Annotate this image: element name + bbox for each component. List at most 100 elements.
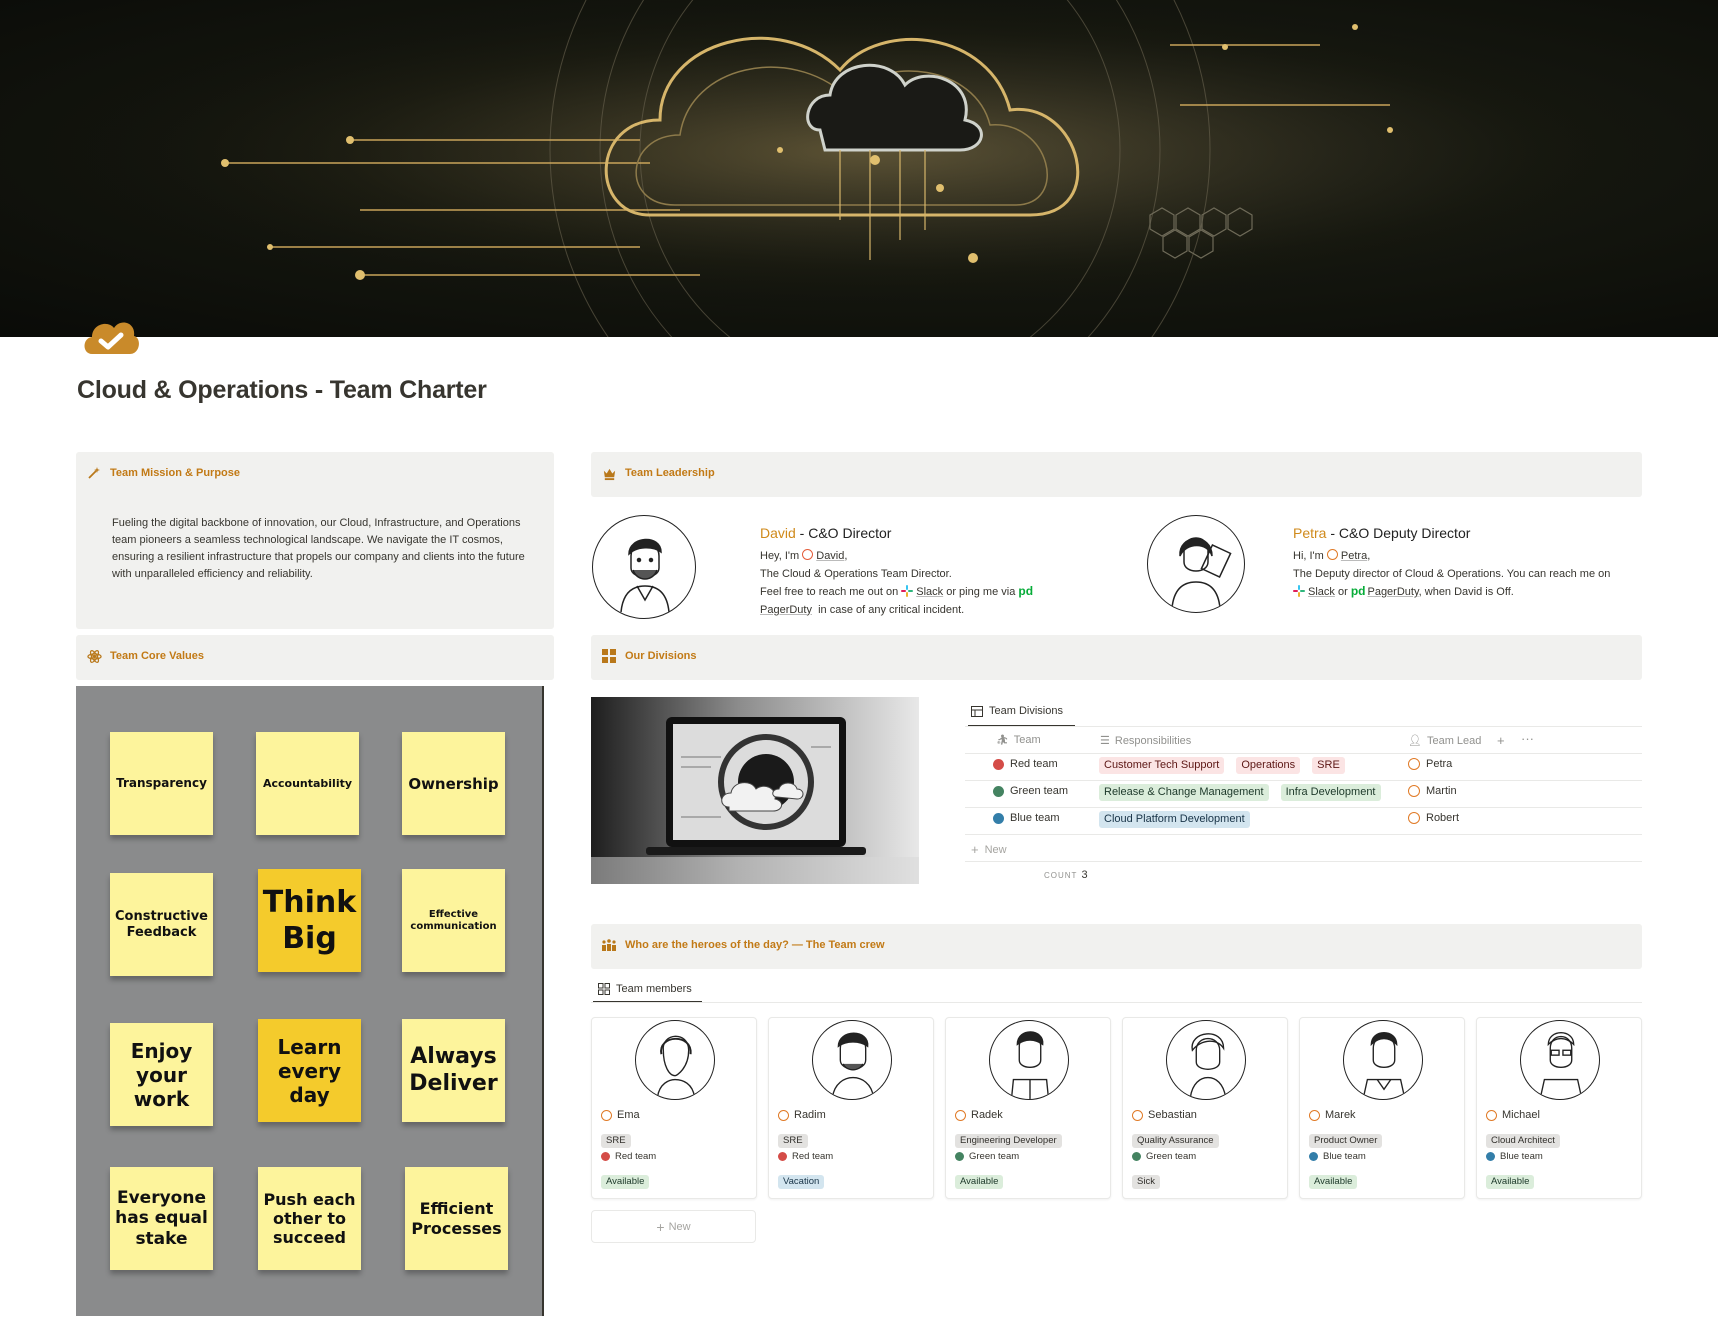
member-card[interactable]: Sebastian Quality Assurance Green team Sick <box>1122 1017 1288 1199</box>
magic-wand-icon <box>86 465 102 481</box>
member-status: Sick <box>1132 1171 1160 1189</box>
division-lead-cell[interactable]: Martin <box>1408 785 1457 797</box>
plus-icon: + <box>656 1218 665 1235</box>
member-role: SRE <box>778 1130 808 1148</box>
column-responsibilities[interactable]: ☰ Responsibilities <box>1100 734 1191 748</box>
divider <box>591 1002 1642 1003</box>
member-card[interactable]: Radek Engineering Developer Green team Avai… <box>945 1017 1111 1199</box>
value-note: Everyone has equal stake <box>110 1167 213 1270</box>
david-mention[interactable]: David <box>816 550 844 562</box>
divisions-heading: Our Divisions <box>601 648 697 664</box>
divider <box>965 834 1642 835</box>
plus-icon: + <box>971 842 979 857</box>
user-icon <box>1408 812 1420 824</box>
member-photo <box>769 1018 933 1102</box>
pagerduty-link[interactable]: PagerDuty <box>1367 586 1418 598</box>
user-icon <box>1486 1109 1497 1121</box>
david-avatar[interactable] <box>592 515 696 619</box>
member-photo <box>1477 1018 1641 1102</box>
slack-link[interactable]: Slack <box>1308 586 1335 598</box>
team-color-dot <box>601 1152 610 1161</box>
pagerduty-link[interactable]: PagerDuty <box>760 604 812 616</box>
team-color-dot <box>1309 1152 1318 1161</box>
team-color-dot <box>955 1152 964 1161</box>
division-team-cell[interactable]: Red team <box>993 758 1058 770</box>
table-icon <box>971 705 983 717</box>
division-team-cell[interactable]: Green team <box>993 785 1068 797</box>
divider <box>965 780 1642 781</box>
new-member-button[interactable]: + New <box>591 1210 756 1243</box>
team-color-dot <box>1486 1152 1495 1161</box>
division-lead-cell[interactable]: Robert <box>1408 812 1459 824</box>
mission-text: Fueling the digital backbone of innovati… <box>112 517 525 580</box>
cloud-check-icon[interactable] <box>80 310 142 358</box>
team-color-dot <box>993 785 1004 797</box>
people-icon <box>601 937 617 953</box>
member-role: SRE <box>601 1130 631 1148</box>
divider <box>965 807 1642 808</box>
member-card[interactable]: Radim SRE Red team Vacation <box>768 1017 934 1199</box>
divider <box>965 726 1642 727</box>
add-column-plus-icon[interactable]: + <box>1497 733 1505 748</box>
tab-team-divisions[interactable]: Team Divisions <box>971 705 1063 717</box>
user-icon <box>1408 785 1420 797</box>
division-responsibilities-cell[interactable]: Release & Change Management Infra Develop… <box>1099 784 1387 801</box>
member-name: Radim <box>778 1109 826 1121</box>
value-note: Effective communication <box>402 869 505 972</box>
member-name: Marek <box>1309 1109 1356 1121</box>
member-name: Michael <box>1486 1109 1540 1121</box>
member-avatar <box>635 1020 715 1100</box>
new-division-button[interactable]: + New <box>971 842 1007 857</box>
user-icon <box>778 1109 789 1121</box>
member-card[interactable]: Ema SRE Red team Available <box>591 1017 757 1199</box>
member-status: Available <box>1486 1171 1535 1189</box>
member-avatar <box>989 1020 1069 1100</box>
team-color-dot <box>993 812 1004 824</box>
division-responsibilities-cell[interactable]: Customer Tech Support Operations SRE <box>1099 757 1351 774</box>
count-footer: COUNT 3 <box>1044 869 1088 881</box>
member-role: Product Owner <box>1309 1130 1383 1148</box>
crown-icon <box>601 465 617 481</box>
member-photo <box>1300 1018 1464 1102</box>
more-options-icon[interactable]: ··· <box>1521 731 1534 746</box>
cover-image <box>0 0 1718 337</box>
tab-team-members[interactable]: Team members <box>598 983 692 995</box>
division-responsibilities-cell[interactable]: Cloud Platform Development <box>1099 811 1256 828</box>
division-lead-cell[interactable]: Petra <box>1408 758 1452 770</box>
member-name: Ema <box>601 1109 640 1121</box>
member-card[interactable]: Michael Cloud Architect Blue team Available <box>1476 1017 1642 1199</box>
divisions-laptop-image <box>591 697 919 884</box>
grid-icon <box>601 648 617 664</box>
value-note: Ownership <box>402 732 505 835</box>
petra-title: Petra - C&O Deputy Director <box>1293 525 1471 541</box>
responsibility-tag: Operations <box>1236 757 1301 774</box>
petra-avatar[interactable] <box>1147 515 1245 613</box>
column-team-lead[interactable]: 👤︎ Team Lead <box>1408 734 1481 748</box>
responsibility-tag: Cloud Platform Development <box>1099 811 1250 828</box>
member-card[interactable]: Marek Product Owner Blue team Available <box>1299 1017 1465 1199</box>
user-mention-icon <box>1326 549 1338 560</box>
member-team: Red team <box>778 1151 833 1162</box>
atom-icon <box>86 648 102 664</box>
pagerduty-icon: pd <box>1018 584 1034 598</box>
petra-intro: Hi, I'm Petra, The Deputy director of Cl… <box>1293 548 1638 602</box>
member-status: Available <box>1309 1171 1358 1189</box>
division-team-cell[interactable]: Blue team <box>993 812 1060 824</box>
sticky-notes-board: Transparency Accountability Ownership Co… <box>76 686 544 1316</box>
user-icon <box>1132 1109 1143 1121</box>
petra-mention[interactable]: Petra <box>1341 550 1367 562</box>
member-avatar <box>1520 1020 1600 1100</box>
value-note: Enjoy your work <box>110 1023 213 1126</box>
user-mention-icon <box>802 549 814 560</box>
member-name: Sebastian <box>1132 1109 1197 1121</box>
column-team[interactable]: ⛹︎ Team <box>996 734 1041 746</box>
member-team: Blue team <box>1486 1151 1543 1162</box>
david-intro: Hey, I'm David, The Cloud & Operations T… <box>760 549 1034 616</box>
responsibility-tag: SRE <box>1312 757 1345 774</box>
list-icon: ☰ <box>1100 735 1110 747</box>
slack-link[interactable]: Slack <box>916 586 943 598</box>
member-photo <box>1123 1018 1287 1102</box>
mission-heading: Team Mission & Purpose <box>86 465 240 481</box>
member-photo <box>592 1018 756 1102</box>
page-title: Cloud & Operations - Team Charter <box>77 376 487 404</box>
